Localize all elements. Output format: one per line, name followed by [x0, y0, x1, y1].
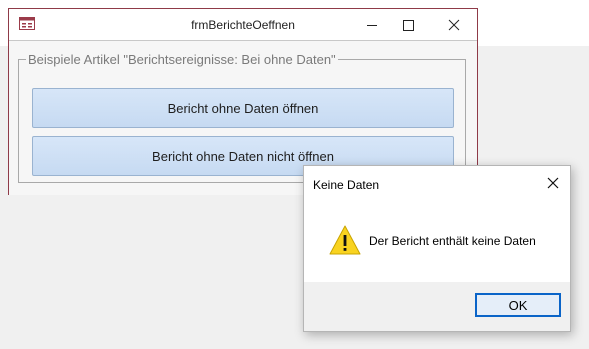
message-box: Keine Daten Der Bericht enthält keine Da…: [303, 165, 571, 332]
close-icon[interactable]: [439, 14, 469, 36]
message-box-title: Keine Daten: [313, 178, 380, 192]
close-icon[interactable]: [546, 176, 560, 190]
desktop-background: [478, 0, 589, 46]
warning-icon: [329, 225, 361, 255]
form-titlebar[interactable]: frmBerichteOeffnen: [9, 9, 477, 40]
maximize-icon[interactable]: [393, 14, 423, 36]
message-text: Der Bericht enthält keine Daten: [369, 234, 536, 248]
option-group-label: Beispiele Artikel "Berichtsereignisse: B…: [26, 52, 338, 67]
open-report-button[interactable]: Bericht ohne Daten öffnen: [32, 88, 454, 128]
minimize-icon[interactable]: [357, 14, 387, 36]
ok-button[interactable]: OK: [475, 293, 561, 317]
